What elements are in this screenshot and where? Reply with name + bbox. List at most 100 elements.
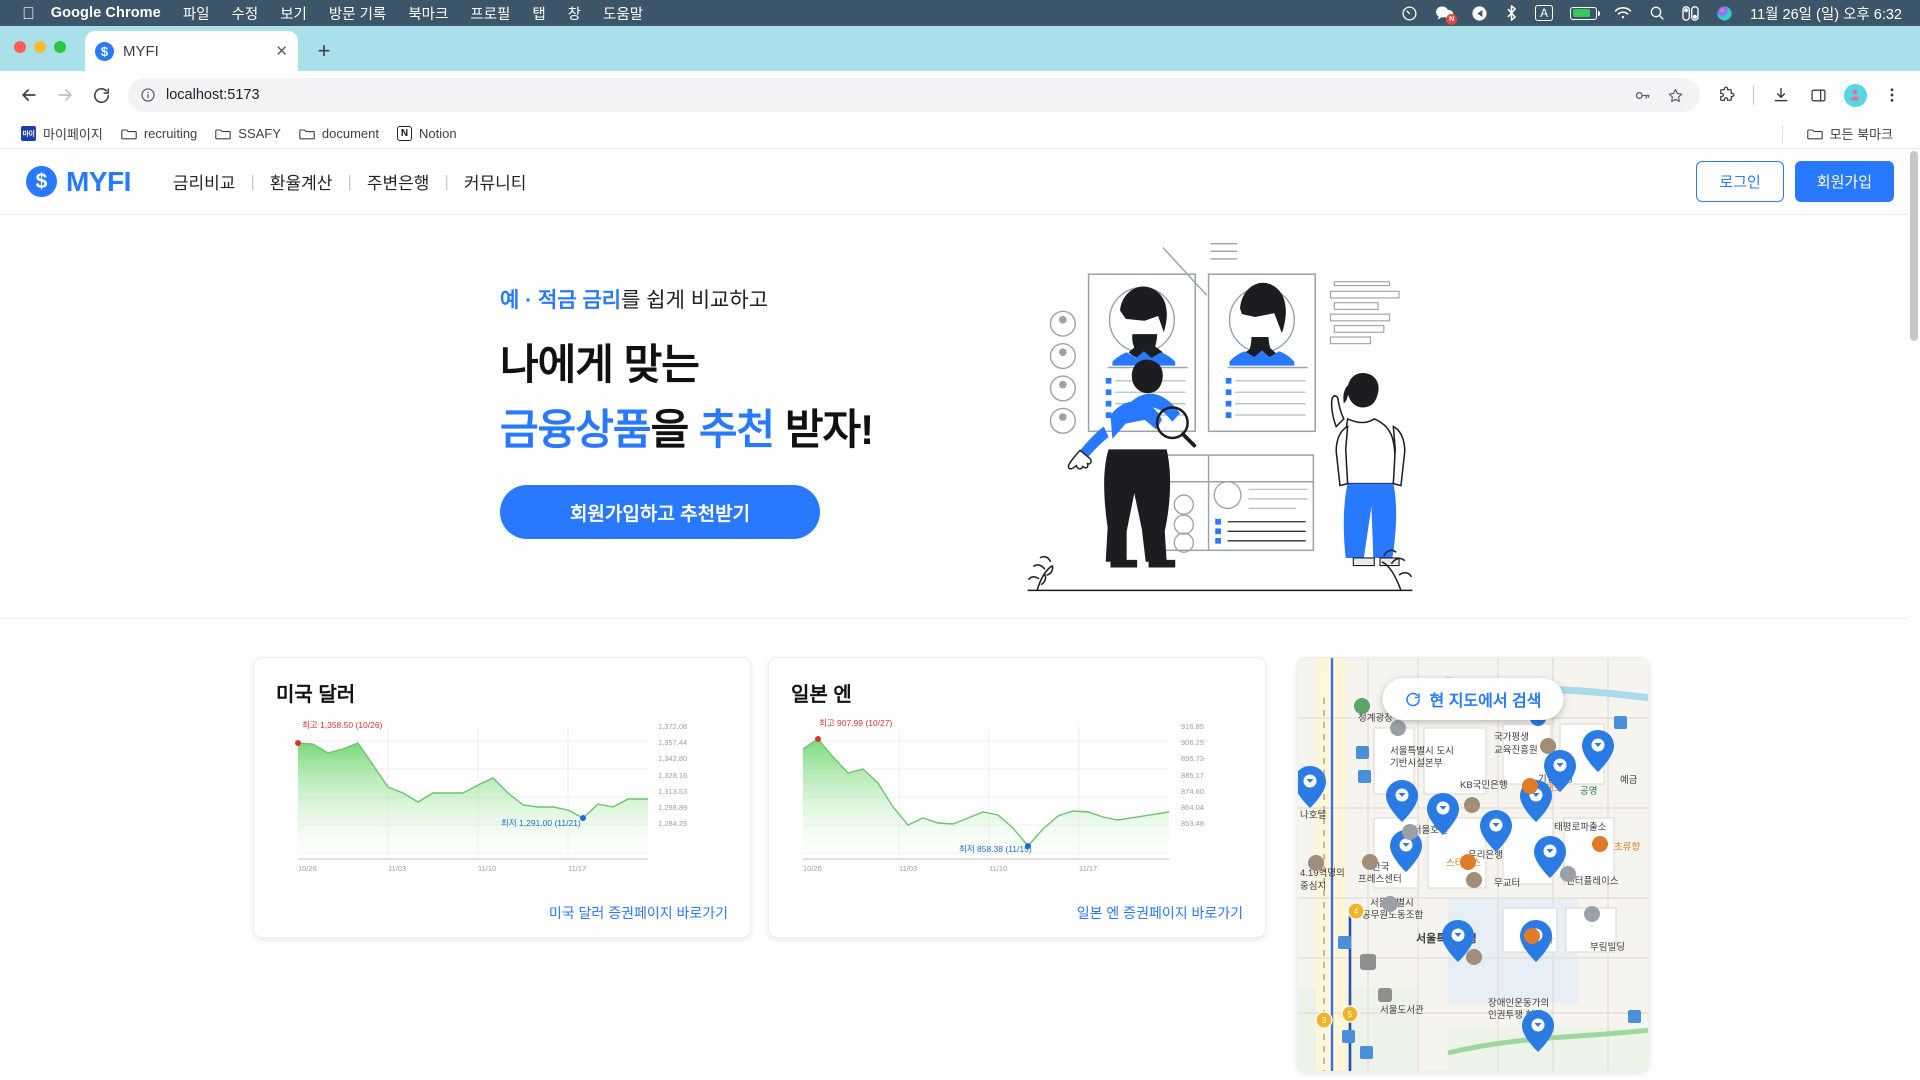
close-window-button[interactable]	[14, 41, 26, 53]
svg-text:885.17: 885.17	[1181, 771, 1204, 780]
bookmark-document[interactable]: document	[290, 122, 388, 145]
all-bookmarks-area: 모든 북마크	[1782, 120, 1908, 147]
menubar-item-view[interactable]: 보기	[280, 3, 307, 24]
maximize-window-button[interactable]	[54, 41, 66, 53]
mypage-favicon-icon: 마이	[21, 126, 36, 141]
reload-button[interactable]	[84, 78, 118, 112]
nav-item-exchange-calc[interactable]: 환율계산	[255, 169, 348, 194]
address-bar[interactable]: localhost:5173	[128, 78, 1700, 112]
nav-item-nearby-banks[interactable]: 주변은행	[352, 169, 445, 194]
back-button[interactable]	[12, 78, 46, 112]
main-nav: 금리비교 | 환율계산 | 주변은행 | 커뮤니티	[158, 169, 542, 194]
forward-button[interactable]	[48, 78, 82, 112]
svg-text:4: 4	[1354, 907, 1359, 916]
side-panel-icon[interactable]	[1802, 79, 1834, 111]
input-source-icon[interactable]: A	[1535, 5, 1553, 21]
svg-text:1,298.89: 1,298.89	[658, 803, 687, 812]
nav-item-rate-compare[interactable]: 금리비교	[158, 169, 251, 194]
search-icon[interactable]	[1649, 5, 1665, 21]
refresh-icon	[1405, 691, 1422, 708]
svg-text:1,372.08: 1,372.08	[658, 722, 687, 731]
svg-text:11/03: 11/03	[388, 864, 406, 873]
puzzle-icon[interactable]	[1710, 79, 1742, 111]
svg-text:10/26: 10/26	[803, 864, 822, 873]
all-bookmarks-button[interactable]: 모든 북마크	[1798, 120, 1902, 147]
timer-icon[interactable]	[1401, 5, 1418, 22]
star-icon[interactable]	[1667, 87, 1684, 104]
svg-text:공무원노동조합: 공무원노동조합	[1362, 910, 1423, 921]
bookmark-label: recruiting	[144, 126, 197, 141]
battery-icon[interactable]	[1570, 7, 1597, 20]
svg-text:공영: 공영	[1580, 786, 1597, 797]
menubar-item-edit[interactable]: 수정	[232, 3, 259, 24]
bookmark-recruiting[interactable]: recruiting	[112, 122, 206, 145]
hero-line2-end: 받자!	[774, 406, 873, 453]
bookmark-ssafy[interactable]: SSAFY	[206, 122, 290, 145]
hero-line2-blue2: 추천	[699, 406, 774, 453]
nav-item-community[interactable]: 커뮤니티	[449, 169, 542, 194]
url-text[interactable]: localhost:5173	[166, 87, 1624, 103]
three-dot-menu-icon[interactable]	[1876, 79, 1908, 111]
close-tab-icon[interactable]: ✕	[275, 44, 288, 59]
menubar-item-help[interactable]: 도움말	[603, 3, 643, 24]
jpy-high-annotation: 최고 907.99 (10/27)	[819, 717, 892, 729]
bookmark-mypage[interactable]: 마이 마이페이지	[12, 120, 112, 147]
login-button[interactable]: 로그인	[1696, 161, 1783, 202]
tab-title: MYFI	[123, 43, 266, 60]
jpy-exchange-card: 일본 엔	[768, 657, 1266, 938]
apple-logo-icon[interactable]: 	[22, 5, 35, 22]
usd-securities-link[interactable]: 미국 달러 증권페이지 바로가기	[276, 903, 728, 923]
site-info-icon[interactable]	[140, 87, 156, 103]
menubar-item-bookmarks[interactable]: 북마크	[408, 3, 448, 24]
scrollbar-thumb[interactable]	[1910, 151, 1918, 341]
key-icon[interactable]	[1634, 87, 1651, 104]
menubar-item-file[interactable]: 파일	[183, 3, 210, 24]
siri-icon[interactable]	[1716, 5, 1733, 22]
toolbar-right-icons	[1710, 79, 1908, 111]
new-tab-button[interactable]: +	[307, 34, 341, 68]
minimize-window-button[interactable]	[34, 41, 46, 53]
hero-cta-button[interactable]: 회원가입하고 추천받기	[500, 485, 820, 539]
browser-tab-strip: $ MYFI ✕ +	[0, 26, 1920, 71]
screen-mirroring-icon[interactable]	[1471, 5, 1488, 22]
folder-icon	[299, 127, 315, 141]
menubar-status-area: N A 11월 26일 (일) 오후 6:32	[1401, 3, 1908, 24]
svg-text:초류향: 초류향	[1614, 841, 1640, 853]
wifi-icon[interactable]	[1614, 6, 1632, 20]
all-bookmarks-label: 모든 북마크	[1830, 124, 1893, 143]
map-search-here-button[interactable]: 현 지도에서 검색	[1383, 678, 1564, 720]
svg-text:11/03: 11/03	[899, 864, 917, 873]
bookmark-label: SSAFY	[238, 126, 281, 141]
svg-text:KB국민은행: KB국민은행	[1460, 779, 1508, 791]
browser-tab[interactable]: $ MYFI ✕	[85, 31, 298, 71]
nearby-banks-map[interactable]: 청계광장 서울특별시 도시 기반시설본부 국가평생 교육진흥원 KB국민은행 동…	[1297, 657, 1649, 1072]
svg-text:864.04: 864.04	[1181, 803, 1204, 812]
site-header: $ MYFI 금리비교 | 환율계산 | 주변은행 | 커뮤니티 로그인 회원가…	[0, 149, 1920, 215]
svg-text:태평로파출소: 태평로파출소	[1554, 822, 1607, 833]
brand-name: MYFI	[66, 166, 131, 198]
menubar-clock[interactable]: 11월 26일 (일) 오후 6:32	[1750, 3, 1902, 24]
jpy-securities-link[interactable]: 일본 엔 증권페이지 바로가기	[791, 903, 1243, 923]
bookmark-notion[interactable]: N Notion	[388, 122, 466, 145]
menubar-item-window[interactable]: 창	[568, 3, 581, 24]
page-title: 나에게 맞는 금융상품을 추천 받자!	[500, 338, 930, 457]
menubar-item-history[interactable]: 방문 기록	[329, 3, 386, 24]
svg-text:서울도서관: 서울도서관	[1380, 1005, 1424, 1016]
page-scrollbar[interactable]	[1908, 149, 1920, 1079]
profile-avatar-icon[interactable]	[1839, 79, 1871, 111]
signup-button[interactable]: 회원가입	[1795, 161, 1894, 202]
svg-text:국가평생: 국가평생	[1494, 732, 1529, 743]
control-center-icon[interactable]	[1682, 6, 1699, 21]
download-icon[interactable]	[1765, 79, 1797, 111]
menubar-app-name[interactable]: Google Chrome	[51, 5, 161, 21]
bookmark-label: Notion	[419, 126, 457, 141]
svg-text:916.85: 916.85	[1181, 722, 1204, 731]
brand-logo[interactable]: $ MYFI	[26, 166, 131, 198]
svg-text:서울특별시 도시: 서울특별시 도시	[1390, 746, 1454, 757]
messages-icon[interactable]: N	[1435, 5, 1454, 22]
svg-text:906.29: 906.29	[1181, 738, 1204, 747]
bluetooth-icon[interactable]	[1505, 4, 1518, 22]
hero-illustration	[1020, 232, 1420, 602]
menubar-item-tab[interactable]: 탭	[532, 3, 545, 24]
menubar-item-profiles[interactable]: 프로필	[470, 3, 510, 24]
